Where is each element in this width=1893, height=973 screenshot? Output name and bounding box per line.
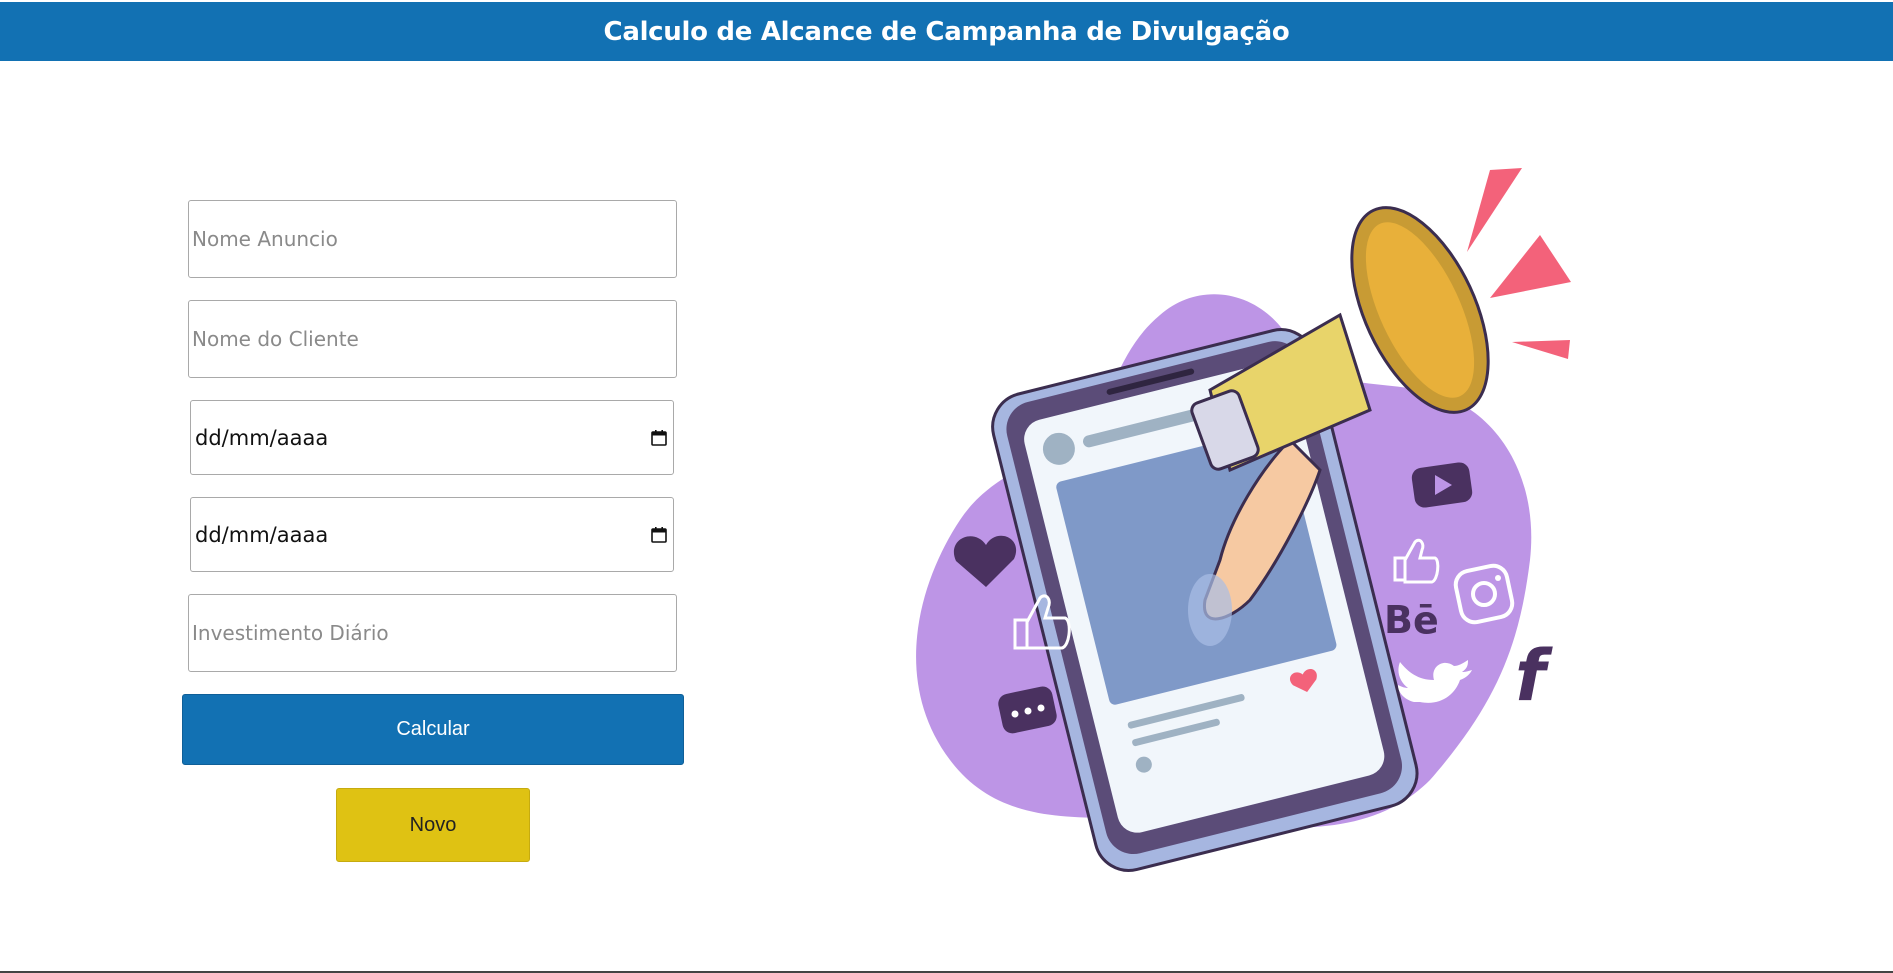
nome-cliente-input[interactable] <box>188 300 677 378</box>
calendar-icon[interactable] <box>649 428 669 448</box>
sound-ray-3 <box>1512 340 1570 359</box>
sound-ray-2 <box>1490 235 1571 298</box>
nome-anuncio-input[interactable] <box>188 200 677 278</box>
data-fim-input[interactable]: dd/mm/aaaa <box>190 497 674 572</box>
novo-button[interactable]: Novo <box>336 788 530 862</box>
behance-icon: Bē <box>1384 598 1439 642</box>
data-fim-text: dd/mm/aaaa <box>195 522 329 547</box>
marketing-illustration: Bē f <box>916 168 1571 872</box>
app-header: Calculo de Alcance de Campanha de Divulg… <box>0 2 1893 61</box>
calendar-icon[interactable] <box>649 525 669 545</box>
sound-ray-1 <box>1467 168 1522 252</box>
data-inicio-input[interactable]: dd/mm/aaaa <box>190 400 674 475</box>
page-title: Calculo de Alcance de Campanha de Divulg… <box>603 16 1290 47</box>
facebook-icon: f <box>1515 635 1553 717</box>
youtube-icon <box>1411 462 1473 508</box>
calcular-button[interactable]: Calcular <box>182 694 684 765</box>
data-inicio-text: dd/mm/aaaa <box>195 425 329 450</box>
investimento-diario-input[interactable] <box>188 594 677 672</box>
